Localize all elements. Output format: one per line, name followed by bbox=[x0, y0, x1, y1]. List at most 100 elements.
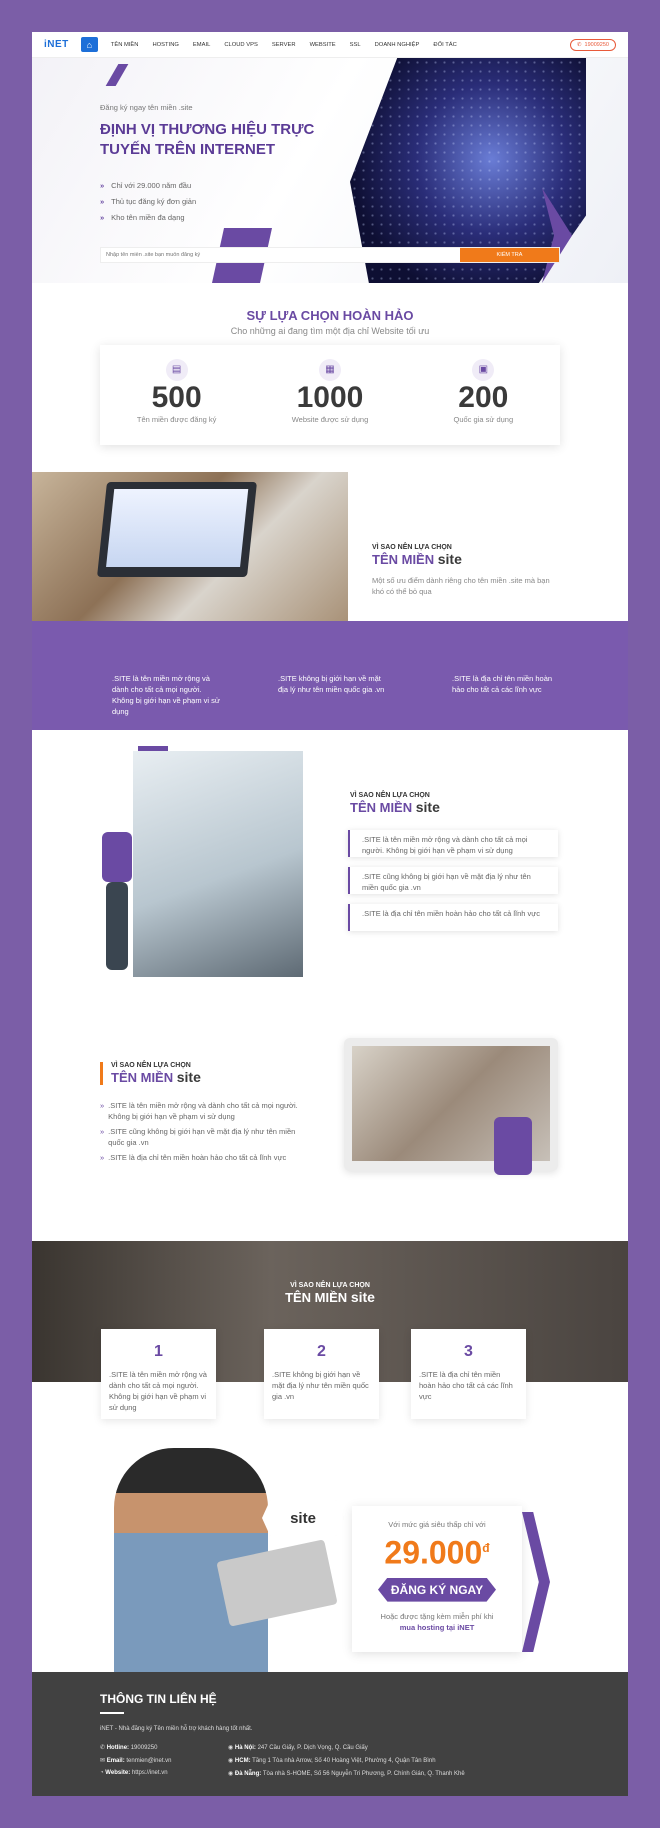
hero-point: » Thủ tục đăng ký đơn giản bbox=[100, 197, 197, 206]
card-number: 3 bbox=[464, 1343, 473, 1360]
location-icon: ◉ bbox=[228, 1745, 234, 1751]
benefits-band: .SITE là tên miền mở rộng và dành cho tấ… bbox=[32, 621, 628, 730]
promo-note-link[interactable]: mua hosting tại iNET bbox=[352, 1623, 522, 1632]
why2-card: .SITE cũng không bị giới hạn về mặt địa … bbox=[348, 867, 558, 894]
stat-number: 1000 bbox=[296, 381, 364, 414]
why4-heading: VÌ SAO NÊN LỰA CHỌN TÊN MIỀN site bbox=[32, 1282, 628, 1305]
card-text: .SITE là địa chỉ tên miền hoàn hảo cho t… bbox=[419, 1370, 513, 1401]
hero-points: » Chỉ với 29.000 năm đầu » Thủ tục đăng ký… bbox=[100, 181, 196, 229]
website-link[interactable]: https://inet.vn bbox=[132, 1770, 168, 1776]
chevron-double-icon: » bbox=[100, 213, 105, 222]
footer-address-hn: ◉ Hà Nội: 247 Cầu Giấy, P. Dịch Vọng, Q.… bbox=[228, 1745, 368, 1751]
menu-item-server[interactable]: SERVER bbox=[265, 42, 303, 48]
stat-label: Website được sử dụng bbox=[291, 415, 369, 424]
chevron-double-icon: » bbox=[100, 1153, 105, 1162]
hero-point: » Kho tên miền đa dạng bbox=[100, 213, 185, 222]
chevron-double-icon: » bbox=[100, 1101, 105, 1110]
hero-banner: Đăng ký ngay tên miền .site ĐỊNH VỊ THƯƠ… bbox=[32, 58, 628, 283]
phone-icon: ✆ bbox=[100, 1745, 106, 1751]
person-legs bbox=[106, 882, 128, 970]
stat-label: Tên miền được đăng ký bbox=[136, 415, 217, 424]
footer: THÔNG TIN LIÊN HỆ iNET - Nhà đăng ký Tên… bbox=[32, 1672, 628, 1796]
why2-card: .SITE là tên miền mở rộng và dành cho tấ… bbox=[348, 830, 558, 857]
person-illustration bbox=[494, 1117, 532, 1175]
why2-card: .SITE là địa chỉ tên miền hoàn hảo cho t… bbox=[348, 904, 558, 931]
footer-website: ◔ Website: https://inet.vn bbox=[100, 1770, 168, 1776]
menu-item-partner[interactable]: ĐỐI TÁC bbox=[426, 42, 463, 48]
person-illustration bbox=[102, 832, 132, 882]
hotline-link[interactable]: 19009250 bbox=[131, 1745, 158, 1751]
country-icon: ▣ bbox=[472, 359, 495, 381]
why3-item: » .SITE cũng không bị giới hạn về mặt địa… bbox=[100, 1127, 296, 1147]
why3-list: » .SITE là tên miền mở rộng và dành cho t… bbox=[100, 1100, 310, 1163]
menu-item-enterprise[interactable]: DOANH NGHIỆP bbox=[368, 42, 427, 48]
stat-item: ▤ 500 Tên miền được đăng ký bbox=[100, 345, 253, 445]
stats-card: ▤ 500 Tên miền được đăng ký ▦ 1000 Websi… bbox=[100, 345, 560, 445]
stat-item: ▦ 1000 Website được sử dụng bbox=[253, 345, 406, 445]
menu-item-email[interactable]: EMAIL bbox=[186, 42, 217, 48]
footer-email: ✉ Email: tenmien@inet.vn bbox=[100, 1758, 172, 1764]
mail-icon: ✉ bbox=[100, 1758, 106, 1764]
location-icon: ◉ bbox=[228, 1771, 234, 1777]
footer-address-dn: ◉ Đà Nẵng: Tòa nhà S-HOME, Số 56 Nguyễn … bbox=[228, 1771, 465, 1777]
footer-description: iNET - Nhà đăng ký Tên miền hỗ trợ khách… bbox=[100, 1726, 253, 1732]
hero-point: » Chỉ với 29.000 năm đầu bbox=[100, 181, 192, 190]
logo[interactable]: iNET bbox=[44, 39, 69, 50]
benefit-text: .SITE là tên miền mở rộng và dành cho tấ… bbox=[112, 674, 220, 716]
menu-item-ssl[interactable]: SSL bbox=[343, 42, 368, 48]
footer-address-hcm: ◉ HCM: Tầng 1 Tòa nhà Arrow, Số 40 Hoàng… bbox=[228, 1758, 436, 1764]
card-number: 2 bbox=[317, 1343, 326, 1360]
hotline-number: 19009250 bbox=[584, 42, 609, 48]
benefit-text: .SITE không bị giới hạn về mặt địa lý nh… bbox=[278, 674, 385, 694]
why-big-title: TÊN MIỀN site bbox=[111, 1069, 201, 1085]
check-domain-button[interactable]: KIỂM TRA bbox=[460, 248, 559, 262]
why2-heading: VÌ SAO NÊN LỰA CHỌN TÊN MIỀN site bbox=[350, 792, 440, 815]
stat-label: Quốc gia sử dụng bbox=[453, 415, 514, 424]
home-icon[interactable]: ⌂ bbox=[80, 37, 98, 52]
chevron-double-icon: » bbox=[100, 197, 105, 206]
hero-subtitle: Đăng ký ngay tên miền .site bbox=[100, 103, 193, 112]
choice-title: SỰ LỰA CHỌN HOÀN HẢO bbox=[246, 308, 414, 323]
footer-title-underline bbox=[100, 1712, 124, 1714]
why-big-title: TÊN MIỀN site bbox=[372, 551, 462, 567]
hero-title: ĐỊNH VỊ THƯƠNG HIỆU TRỰC TUYẾN TRÊN INTE… bbox=[100, 121, 315, 158]
why-small-title: VÌ SAO NÊN LỰA CHỌN bbox=[111, 1062, 191, 1069]
benefit-text: .SITE là địa chỉ tên miền hoàn hảo cho t… bbox=[452, 674, 553, 694]
why1-heading: VÌ SAO NÊN LỰA CHỌN TÊN MIỀN site Một số… bbox=[372, 544, 562, 597]
why3-heading: VÌ SAO NÊN LỰA CHỌN TÊN MIỀN site bbox=[100, 1062, 201, 1085]
why-big-title: TÊN MIỀN site bbox=[285, 1289, 375, 1305]
hero-decor-stripe bbox=[105, 64, 129, 86]
menu-item-website[interactable]: WEBSITE bbox=[303, 42, 343, 48]
domain-search-input[interactable] bbox=[101, 248, 460, 262]
register-now-button[interactable]: ĐĂNG KÝ NGAY bbox=[378, 1577, 496, 1602]
website-icon: ▦ bbox=[318, 359, 341, 381]
card-text: .SITE không bị giới hạn về mặt địa lý nh… bbox=[272, 1370, 369, 1401]
why3-item: » .SITE là tên miền mở rộng và dành cho t… bbox=[100, 1101, 298, 1121]
menu-item-cloud-vps[interactable]: CLOUD VPS bbox=[217, 42, 265, 48]
rss-icon: ◔ bbox=[100, 1770, 104, 1776]
office-photo bbox=[133, 751, 303, 977]
promo-note: Hoặc được tặng kèm miễn phí khi bbox=[380, 1611, 494, 1621]
why4-card: 3 .SITE là địa chỉ tên miền hoàn hảo cho… bbox=[411, 1329, 526, 1419]
registration-icon: ▤ bbox=[165, 359, 188, 381]
hotline-button[interactable]: ✆ 19009250 bbox=[569, 39, 616, 51]
why4-card: 2 .SITE không bị giới hạn về mặt địa lý … bbox=[264, 1329, 379, 1419]
choice-subtitle: Cho những ai đang tìm một địa chỉ Websit… bbox=[230, 326, 430, 336]
chevron-double-icon: » bbox=[100, 1127, 105, 1136]
phone-icon: ✆ bbox=[576, 42, 582, 48]
footer-hotline: ✆ Hotline: 19009250 bbox=[100, 1745, 158, 1751]
top-nav: iNET ⌂ TÊN MIỀN HOSTING EMAIL CLOUD VPS … bbox=[32, 32, 628, 58]
menu-item-hosting[interactable]: HOSTING bbox=[145, 42, 185, 48]
why-small-title: VÌ SAO NÊN LỰA CHỌN bbox=[372, 544, 452, 551]
menu-item-domain[interactable]: TÊN MIỀN bbox=[104, 42, 146, 48]
stat-number: 200 bbox=[458, 381, 509, 414]
email-link[interactable]: tenmien@inet.vn bbox=[126, 1758, 171, 1764]
footer-title: THÔNG TIN LIÊN HỆ bbox=[100, 1692, 217, 1706]
tld-badge: site bbox=[262, 1500, 344, 1536]
why-small-title: VÌ SAO NÊN LỰA CHỌN bbox=[290, 1282, 370, 1289]
why-big-title: TÊN MIỀN site bbox=[350, 799, 440, 815]
why1-description: Một số ưu điểm dành riêng cho tên miền .… bbox=[372, 576, 550, 596]
card-number: 1 bbox=[154, 1343, 163, 1360]
laptop-photo bbox=[32, 472, 348, 642]
why-small-title: VÌ SAO NÊN LỰA CHỌN bbox=[350, 792, 430, 799]
